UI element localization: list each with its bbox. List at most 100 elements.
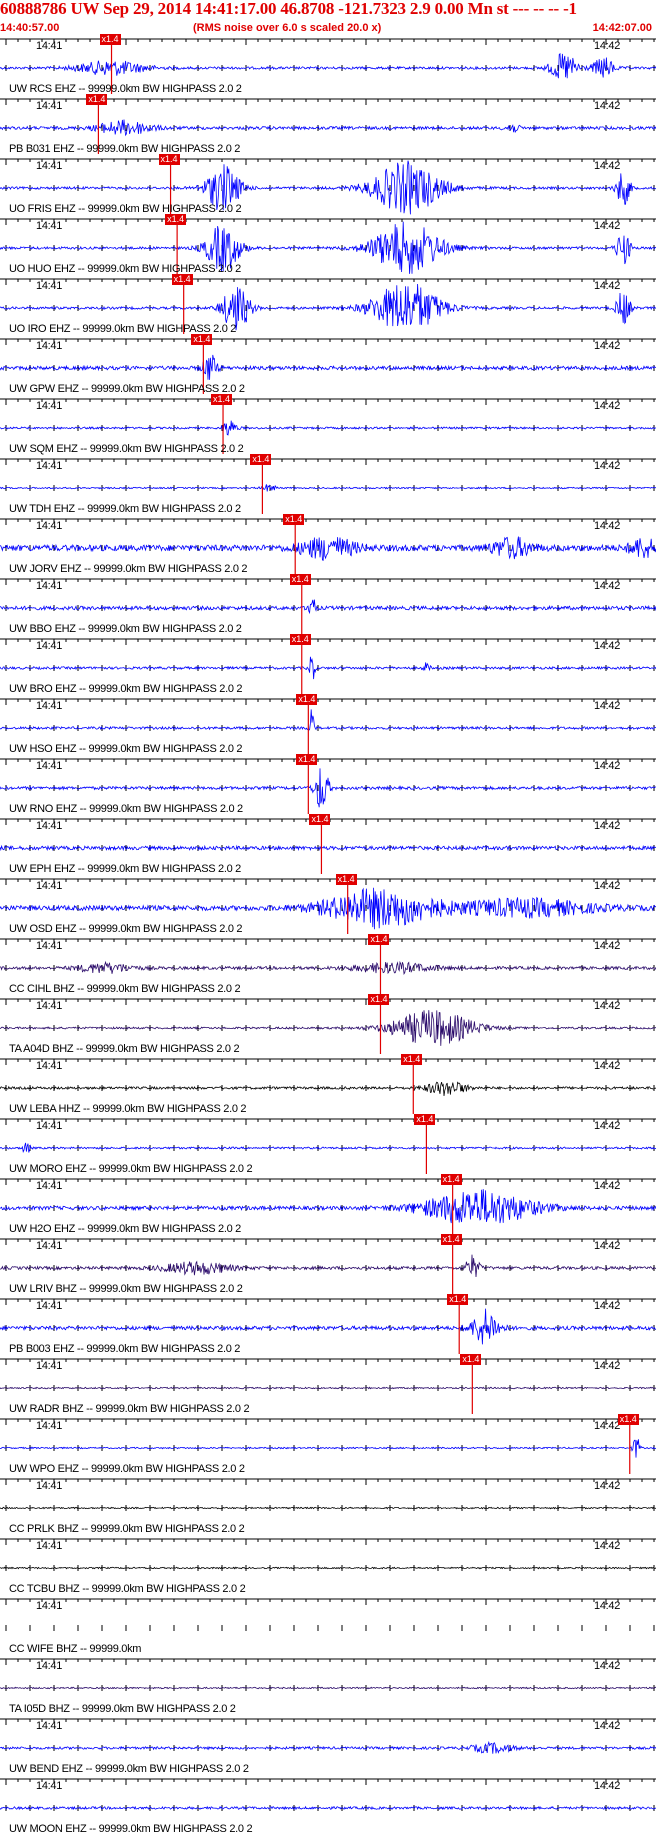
tick-label-right: 14:42 bbox=[594, 640, 621, 652]
waveform bbox=[0, 768, 656, 808]
tick-label-left: 14:41 bbox=[36, 1600, 63, 1612]
traces-svg bbox=[0, 38, 656, 1811]
trace-row bbox=[0, 1658, 656, 1691]
pick-marker: x1.4 bbox=[99, 34, 121, 45]
tick-label-right: 14:42 bbox=[594, 880, 621, 892]
tick-label-left: 14:41 bbox=[36, 1540, 63, 1552]
trace-row bbox=[0, 938, 656, 975]
tick-label-left: 14:41 bbox=[36, 220, 63, 232]
station-label: UW BEND EHZ -- 99999.0km BW HIGHPASS 2.0… bbox=[9, 1763, 249, 1775]
station-label: UW HSO EHZ -- 99999.0km BW HIGHPASS 2.0 … bbox=[9, 743, 243, 755]
trace-row bbox=[0, 758, 656, 808]
pick-marker: x1.4 bbox=[191, 334, 213, 345]
tick-label-left: 14:41 bbox=[36, 1120, 63, 1132]
pick-marker: x1.4 bbox=[289, 634, 311, 645]
waveform bbox=[0, 656, 656, 680]
tick-label-right: 14:42 bbox=[594, 760, 621, 772]
tick-label-right: 14:42 bbox=[594, 1120, 621, 1132]
pick-marker: x1.4 bbox=[401, 1054, 423, 1065]
station-label: UW TDH EHZ -- 99999.0km BW HIGHPASS 2.0 … bbox=[9, 503, 241, 515]
tick-label-right: 14:42 bbox=[594, 520, 621, 532]
trace-row bbox=[0, 398, 656, 436]
tick-label-left: 14:41 bbox=[36, 760, 63, 772]
station-label: UW OSD EHZ -- 99999.0km BW HIGHPASS 2.0 … bbox=[9, 923, 243, 935]
tick-label-left: 14:41 bbox=[36, 400, 63, 412]
tick-label-right: 14:42 bbox=[594, 1420, 621, 1432]
tick-label-left: 14:41 bbox=[36, 520, 63, 532]
tick-label-right: 14:42 bbox=[594, 1240, 621, 1252]
tick-label-right: 14:42 bbox=[594, 1360, 621, 1372]
trace-row bbox=[0, 878, 656, 930]
waveform bbox=[0, 1439, 656, 1458]
station-label: CC CIHL BHZ -- 99999.0km BW HIGHPASS 2.0… bbox=[9, 983, 241, 995]
trace-row bbox=[0, 998, 656, 1046]
trace-row bbox=[0, 1598, 656, 1631]
tick-label-right: 14:42 bbox=[594, 1000, 621, 1012]
tick-label-right: 14:42 bbox=[594, 1180, 621, 1192]
pick-marker: x1.4 bbox=[283, 514, 305, 525]
trace-row bbox=[0, 1118, 656, 1153]
pick-marker: x1.4 bbox=[86, 94, 108, 105]
tick-label-right: 14:42 bbox=[594, 1660, 621, 1672]
tick-label-right: 14:42 bbox=[594, 580, 621, 592]
tick-label-left: 14:41 bbox=[36, 580, 63, 592]
pick-marker: x1.4 bbox=[440, 1174, 462, 1185]
tick-label-left: 14:41 bbox=[36, 1300, 63, 1312]
station-label: TA I05D BHZ -- 99999.0km BW HIGHPASS 2.0… bbox=[9, 1703, 236, 1715]
station-label: UW WPO EHZ -- 99999.0km BW HIGHPASS 2.0 … bbox=[9, 1463, 245, 1475]
tick-label-left: 14:41 bbox=[36, 40, 63, 52]
tick-label-left: 14:41 bbox=[36, 880, 63, 892]
station-label: UW H2O EHZ -- 99999.0km BW HIGHPASS 2.0 … bbox=[9, 1223, 242, 1235]
station-label: UW MOON EHZ -- 99999.0km BW HIGHPASS 2.0… bbox=[9, 1823, 253, 1835]
tick-label-left: 14:41 bbox=[36, 160, 63, 172]
tick-label-right: 14:42 bbox=[594, 700, 621, 712]
tick-label-left: 14:41 bbox=[36, 640, 63, 652]
station-label: UW BBO EHZ -- 99999.0km BW HIGHPASS 2.0 … bbox=[9, 623, 242, 635]
pick-marker: x1.4 bbox=[440, 1234, 462, 1245]
station-label: UW BRO EHZ -- 99999.0km BW HIGHPASS 2.0 … bbox=[9, 683, 243, 695]
station-label: UW GPW EHZ -- 99999.0km BW HIGHPASS 2.0 … bbox=[9, 383, 245, 395]
tick-label-left: 14:41 bbox=[36, 1000, 63, 1012]
waveform bbox=[0, 1740, 656, 1754]
station-label: UW EPH EHZ -- 99999.0km BW HIGHPASS 2.0 … bbox=[9, 863, 242, 875]
pick-marker: x1.4 bbox=[309, 814, 331, 825]
pick-marker: x1.4 bbox=[617, 1414, 639, 1425]
trace-row bbox=[0, 638, 656, 680]
pick-marker: x1.4 bbox=[368, 934, 390, 945]
event-title: 60888786 UW Sep 29, 2014 14:41:17.00 46.… bbox=[0, 0, 577, 18]
tick-label-right: 14:42 bbox=[594, 1060, 621, 1072]
tick-label-left: 14:41 bbox=[36, 1420, 63, 1432]
tick-label-left: 14:41 bbox=[36, 1720, 63, 1732]
trace-row bbox=[0, 1058, 656, 1097]
trace-row bbox=[0, 518, 656, 561]
waveform bbox=[0, 536, 656, 561]
tick-label-left: 14:41 bbox=[36, 1240, 63, 1252]
station-label: CC WIFE BHZ -- 99999.0km bbox=[9, 1643, 142, 1655]
pick-marker: x1.4 bbox=[158, 154, 180, 165]
tick-label-right: 14:42 bbox=[594, 1480, 621, 1492]
tick-label-right: 14:42 bbox=[594, 820, 621, 832]
trace-row bbox=[0, 1538, 656, 1571]
start-time: 14:40:57.00 bbox=[0, 22, 60, 34]
tick-label-left: 14:41 bbox=[36, 700, 63, 712]
station-label: CC PRLK BHZ -- 99999.0km BW HIGHPASS 2.0… bbox=[9, 1523, 245, 1535]
trace-row bbox=[0, 1298, 656, 1345]
station-label: UW SQM EHZ -- 99999.0km BW HIGHPASS 2.0 … bbox=[9, 443, 244, 455]
station-label: UO HUO EHZ -- 99999.0km BW HIGHPASS 2.0 … bbox=[9, 263, 242, 275]
tick-label-right: 14:42 bbox=[594, 340, 621, 352]
trace-row bbox=[0, 458, 656, 492]
pick-marker: x1.4 bbox=[289, 574, 311, 585]
station-label: UW LEBA HHZ -- 99999.0km BW HIGHPASS 2.0… bbox=[9, 1103, 247, 1115]
station-label: UW LRIV BHZ -- 99999.0km BW HIGHPASS 2.0… bbox=[9, 1283, 243, 1295]
tick-label-right: 14:42 bbox=[594, 160, 621, 172]
tick-label-left: 14:41 bbox=[36, 1360, 63, 1372]
tick-label-left: 14:41 bbox=[36, 1060, 63, 1072]
tick-label-left: 14:41 bbox=[36, 100, 63, 112]
station-label: UW RNO EHZ -- 99999.0km BW HIGHPASS 2.0 … bbox=[9, 803, 243, 815]
tick-label-left: 14:41 bbox=[36, 1480, 63, 1492]
tick-label-right: 14:42 bbox=[594, 1600, 621, 1612]
station-label: CC TCBU BHZ -- 99999.0km BW HIGHPASS 2.0… bbox=[9, 1583, 246, 1595]
station-label: UW JORV EHZ -- 99999.0km BW HIGHPASS 2.0… bbox=[9, 563, 248, 575]
station-label: TA A04D BHZ -- 99999.0km BW HIGHPASS 2.0… bbox=[9, 1043, 240, 1055]
tick-label-left: 14:41 bbox=[36, 340, 63, 352]
